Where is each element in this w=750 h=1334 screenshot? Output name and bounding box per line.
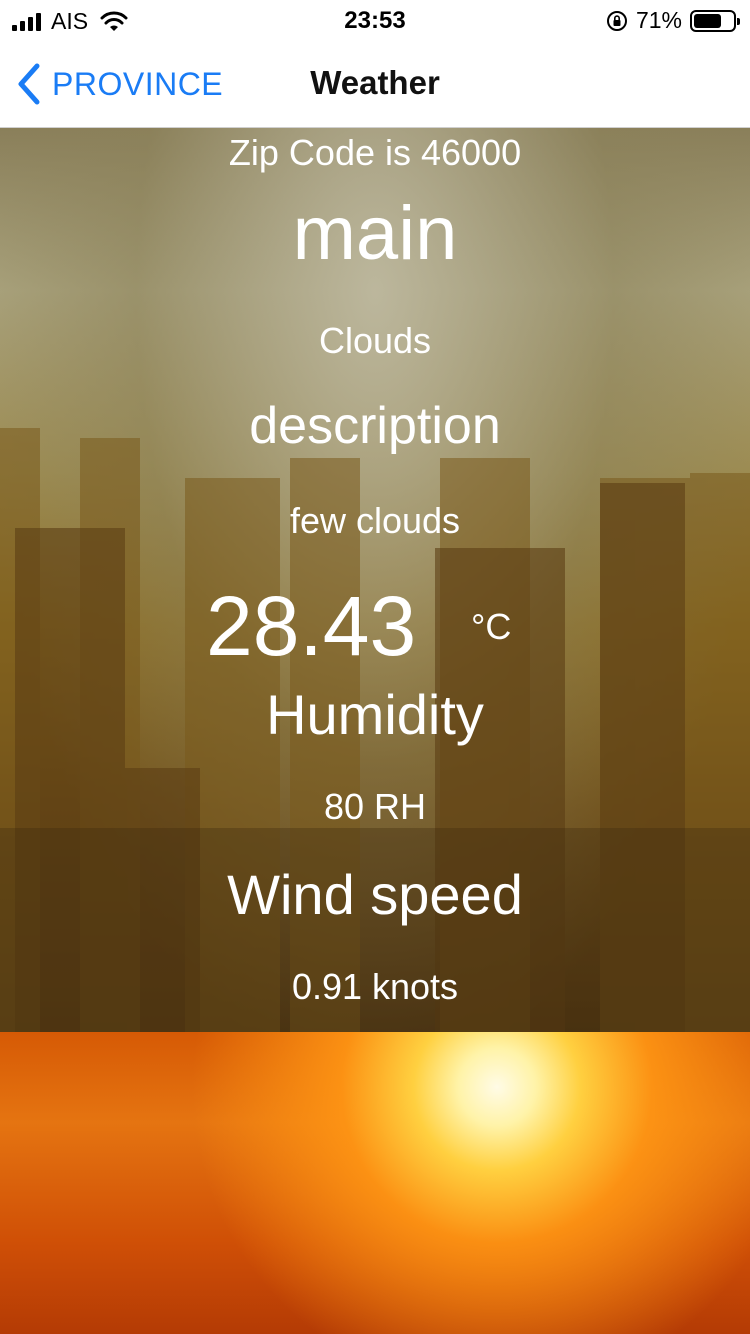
wind-speed-value: 0.91 knots <box>291 966 459 1007</box>
temperature-unit: °C <box>471 606 512 647</box>
rotation-lock-icon <box>606 10 627 31</box>
wind-speed-heading: Wind speed <box>227 863 523 926</box>
main-heading: main <box>292 191 458 276</box>
status-bar: AIS 23:53 71% <box>0 0 750 40</box>
description-heading: description <box>249 397 501 455</box>
battery-icon <box>690 9 740 32</box>
temperature-row: 28.43 °C <box>0 578 750 673</box>
weather-hero: Zip Code is 46000 main Clouds descriptio… <box>0 128 750 1334</box>
battery-fill <box>694 13 721 28</box>
humidity-value: 80 RH <box>323 786 427 827</box>
zip-code-text: Zip Code is 46000 <box>228 132 522 173</box>
weather-screen: AIS 23:53 71% PROVINCE Weather Zip Code … <box>0 0 750 1334</box>
navigation-bar: PROVINCE Weather <box>0 40 750 128</box>
page-title: Weather <box>310 64 440 101</box>
humidity-heading: Humidity <box>266 683 484 746</box>
status-right: 71% <box>606 7 740 34</box>
battery-percent: 71% <box>635 7 682 33</box>
weather-info: Zip Code is 46000 main Clouds descriptio… <box>0 128 750 1032</box>
sunset-image <box>0 1032 750 1334</box>
temperature-value: 28.43 <box>206 579 417 673</box>
main-value: Clouds <box>318 320 432 361</box>
description-value: few clouds <box>289 500 461 541</box>
